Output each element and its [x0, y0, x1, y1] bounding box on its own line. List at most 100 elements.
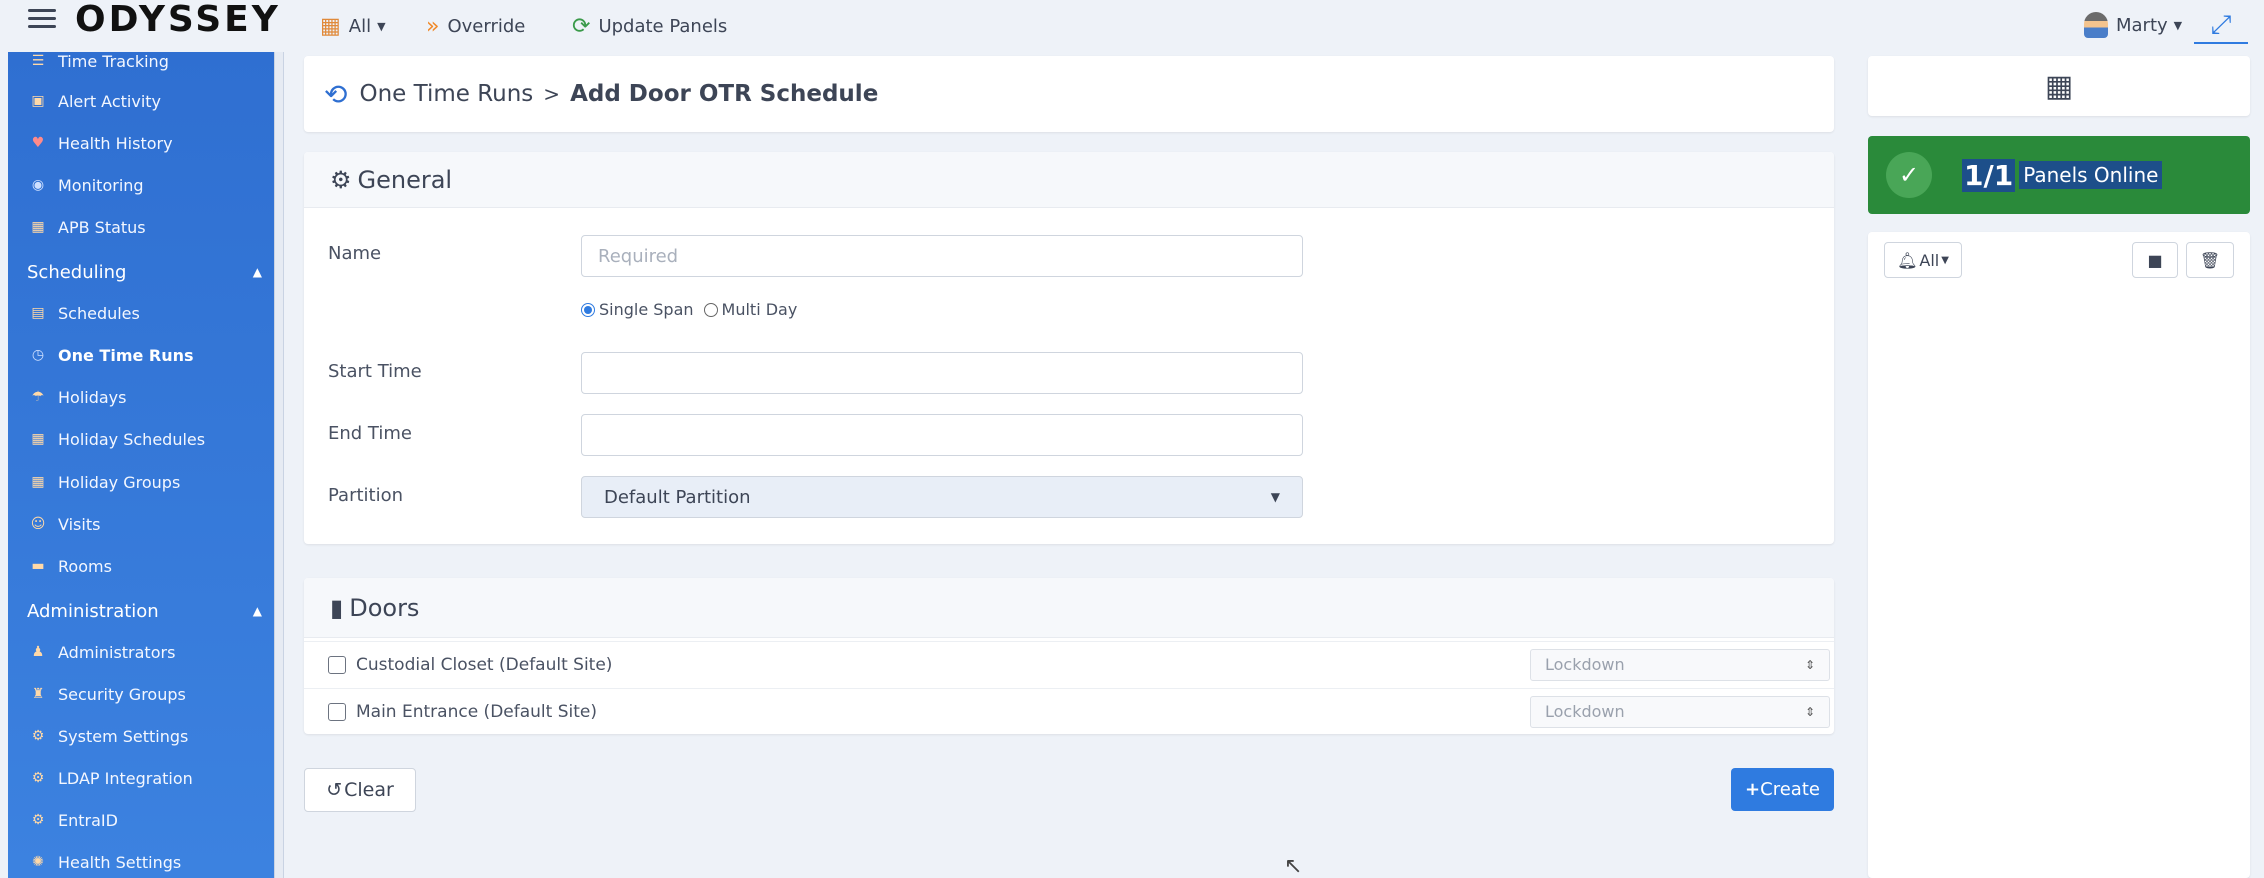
sidebar-item-label: EntraID — [58, 810, 118, 830]
sidebar-item-security-groups[interactable]: ♜ Security Groups — [28, 679, 186, 709]
sidebar-item-label: Monitoring — [58, 175, 144, 195]
stop-button[interactable]: ■ — [2132, 242, 2178, 278]
door-mode-select[interactable]: Lockdown ⇕ — [1530, 695, 1830, 728]
expand-icon[interactable]: ⤢ — [2194, 8, 2248, 44]
sidebar-item-health-history[interactable]: ♥ Health History — [28, 128, 173, 158]
menu-icon[interactable] — [28, 9, 56, 31]
sidebar-item-time-tracking[interactable]: ☰ Time Tracking — [28, 52, 169, 76]
panels-online-count: 1/1 — [1962, 158, 2016, 192]
sidebar-item-ldap-integration[interactable]: ⚙ LDAP Integration — [28, 763, 193, 793]
caret-down-icon: ▼ — [2173, 18, 2183, 32]
delete-button[interactable]: 🗑︎ — [2186, 242, 2234, 278]
sidebar-scrollbar-thumb[interactable] — [275, 52, 283, 878]
filter-all-dropdown[interactable]: ▦ All ▼ — [320, 12, 386, 40]
sidebar-item-holiday-schedules[interactable]: ▦ Holiday Schedules — [28, 424, 205, 454]
chevron-down-icon: ▼ — [1270, 490, 1280, 504]
doors-card: ▮ Doors Custodial Closet (Default Site) … — [304, 578, 1834, 734]
sidebar-item-label: Schedules — [58, 303, 140, 323]
end-time-input[interactable] — [581, 414, 1303, 456]
sidebar-item-one-time-runs[interactable]: ◷ One Time Runs — [28, 340, 194, 370]
page-title: Add Door OTR Schedule — [570, 81, 879, 107]
sidebar-item-apb-status[interactable]: ▦ APB Status — [28, 212, 146, 242]
sort-arrows-icon: ⇕ — [1804, 704, 1815, 719]
sidebar-item-label: Alert Activity — [58, 91, 162, 111]
sidebar-item-alert-activity[interactable]: ▣ Alert Activity — [28, 86, 161, 116]
panel-header: ▦ — [1868, 56, 2250, 116]
sidebar-item-entraid[interactable]: ⚙ EntraID — [28, 805, 118, 835]
door-checkbox[interactable] — [328, 655, 346, 674]
table-row: Main Entrance (Default Site) Lockdown ⇕ — [304, 688, 1834, 734]
list-icon: ☰ — [31, 53, 45, 69]
door-mode-value: Lockdown — [1545, 702, 1625, 721]
partition-select[interactable]: Default Partition ▼ — [581, 476, 1303, 518]
span-radio-group: Single Span Multi Day — [581, 300, 797, 319]
update-panels-button[interactable]: ⟳ Update Panels — [572, 12, 727, 40]
sync-icon: ⟲ — [324, 77, 348, 111]
sidebar-section-administration[interactable]: Administration ▲ — [27, 596, 262, 626]
sidebar-item-rooms[interactable]: ▬ Rooms — [28, 551, 112, 581]
partition-label: Partition — [328, 485, 404, 506]
sidebar-section-scheduling[interactable]: Scheduling ▲ — [27, 257, 262, 287]
sidebar-item-visits[interactable]: ☺ Visits — [28, 509, 101, 539]
sidebar-item-monitoring[interactable]: ◉ Monitoring — [28, 170, 144, 200]
create-button[interactable]: + Create — [1731, 768, 1834, 811]
gear-icon: ⚙ — [31, 728, 45, 744]
sidebar-item-label: Visits — [58, 514, 101, 534]
sidebar-item-label: Holiday Schedules — [58, 429, 206, 449]
sidebar-scrollbar[interactable] — [274, 52, 284, 878]
door-checkbox[interactable] — [328, 702, 346, 721]
chevron-up-icon: ▲ — [252, 265, 262, 279]
caret-down-icon: ▼ — [1941, 254, 1949, 266]
single-span-label: Single Span — [599, 300, 694, 319]
sidebar-item-label: Security Groups — [58, 684, 186, 704]
sidebar-item-system-settings[interactable]: ⚙ System Settings — [28, 721, 189, 751]
door-mode-select[interactable]: Lockdown ⇕ — [1530, 648, 1830, 681]
sidebar-item-label: Time Tracking — [58, 52, 169, 71]
panels-online-label: Panels Online — [2019, 161, 2163, 189]
clear-button[interactable]: ↺ Clear — [304, 768, 416, 812]
app-logo: ODYSSEY — [75, 0, 281, 40]
start-time-input[interactable] — [581, 352, 1303, 394]
sidebar-item-label: APB Status — [58, 217, 146, 237]
sidebar-item-schedules[interactable]: ▤ Schedules — [28, 298, 140, 328]
doors-title: Doors — [349, 593, 420, 622]
top-bar: ODYSSEY ▦ All ▼ » Override ⟳ Update Pane… — [0, 0, 2264, 52]
alert-filter-dropdown[interactable]: 🔔︎ All ▼ — [1884, 242, 1962, 278]
schedule-icon: ▤ — [31, 305, 45, 321]
multi-day-radio[interactable] — [703, 302, 718, 317]
calendar-group-icon: ▦ — [31, 474, 45, 490]
door-mode-value: Lockdown — [1545, 655, 1625, 674]
person-walk-icon: ☺ — [30, 516, 46, 532]
sidebar-item-holiday-groups[interactable]: ▦ Holiday Groups — [28, 467, 180, 497]
umbrella-icon: ☂ — [31, 389, 45, 405]
breadcrumb-parent-link[interactable]: One Time Runs — [359, 81, 533, 107]
sidebar-item-administrators[interactable]: ♟ Administrators — [28, 637, 176, 667]
override-button[interactable]: » Override — [426, 12, 525, 40]
bell-icon: 🔔︎ — [1897, 250, 1918, 270]
admin-icon: ♟ — [31, 644, 45, 660]
sidebar-item-label: Holidays — [58, 387, 127, 407]
trash-icon: 🗑︎ — [2199, 250, 2221, 270]
table-row: Custodial Closet (Default Site) Lockdown… — [304, 641, 1834, 687]
clock-icon: ◷ — [31, 347, 45, 363]
sidebar-item-holidays[interactable]: ☂ Holidays — [28, 382, 127, 412]
general-card: ⚙ General Name Single Span Multi Day Sta… — [304, 152, 1834, 544]
sidebar-item-health-settings[interactable]: ✺ Health Settings — [28, 847, 181, 877]
user-menu[interactable]: Marty ▼ — [2084, 12, 2182, 38]
breadcrumb-separator: > — [543, 82, 561, 106]
end-time-label: End Time — [328, 423, 412, 444]
general-title: General — [357, 165, 453, 194]
section-title: Scheduling — [27, 261, 127, 283]
check-icon: ✓ — [1886, 152, 1932, 198]
refresh-icon: ⟳ — [572, 13, 591, 39]
door-icon: ▮ — [330, 593, 344, 622]
create-label: Create — [1760, 779, 1820, 800]
sidebar: ☰ Time Tracking ▣ Alert Activity ♥ Healt… — [8, 52, 284, 878]
sidebar-item-label: Health History — [58, 133, 173, 153]
single-span-radio[interactable] — [581, 302, 595, 317]
name-input[interactable] — [581, 235, 1303, 277]
start-time-label: Start Time — [328, 361, 422, 382]
panels-online-status: ✓ 1/1 Panels Online — [1868, 136, 2250, 214]
gear-icon: ⚙ — [31, 770, 45, 786]
chevron-up-icon: ▲ — [252, 604, 262, 618]
